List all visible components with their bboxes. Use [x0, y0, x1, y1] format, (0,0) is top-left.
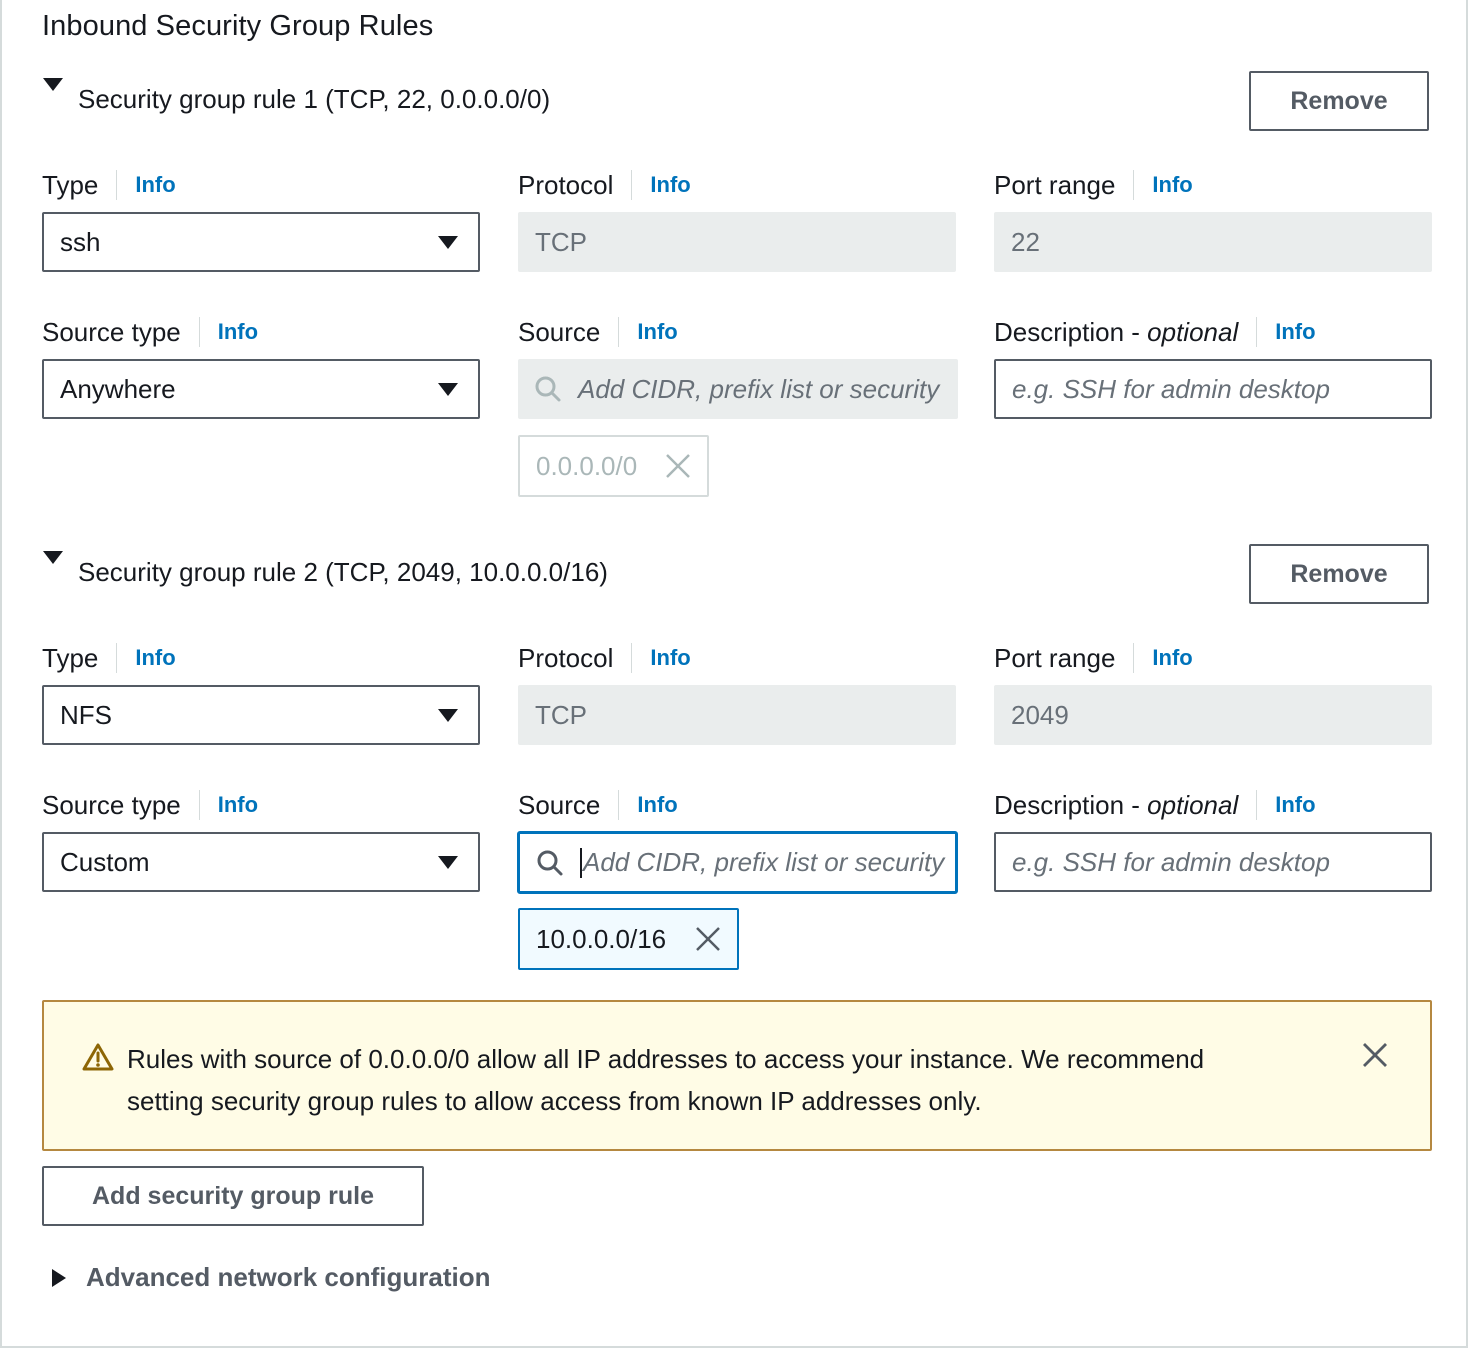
source-label: Source	[518, 789, 601, 820]
rule-2-port-range-field: 2049	[994, 685, 1432, 745]
source-info-link[interactable]: Info	[637, 792, 677, 818]
dropdown-arrow-icon	[438, 708, 458, 722]
section-heading: Inbound Security Group Rules	[42, 10, 434, 42]
dropdown-arrow-icon	[438, 235, 458, 249]
port-range-info-link[interactable]: Info	[1152, 645, 1192, 671]
rule-1-type-label: Type Info	[42, 168, 176, 202]
description-label: Description - optional	[994, 789, 1239, 820]
rule-2-type-select[interactable]: NFS	[42, 685, 480, 745]
collapse-caret-icon[interactable]	[43, 551, 63, 564]
source-token-value: 0.0.0.0/0	[536, 450, 638, 481]
text-cursor	[580, 847, 582, 878]
rule-1-source-type-label: Source type Info	[42, 315, 258, 349]
type-label: Type	[42, 169, 99, 200]
advanced-label: Advanced network configuration	[86, 1262, 491, 1292]
label-separator	[116, 643, 118, 673]
rule-1-source-type-select[interactable]: Anywhere	[42, 359, 480, 419]
collapse-caret-icon[interactable]	[43, 78, 63, 91]
port-range-label: Port range	[994, 169, 1116, 200]
protocol-label: Protocol	[518, 642, 614, 673]
port-range-label: Port range	[994, 642, 1116, 673]
type-select-value: NFS	[60, 699, 112, 730]
label-separator	[116, 170, 118, 200]
source-label: Source	[518, 316, 601, 347]
close-icon	[666, 454, 690, 478]
source-type-select-value: Anywhere	[60, 373, 176, 404]
rule-2-description-input[interactable]: e.g. SSH for admin desktop	[994, 832, 1432, 892]
rule-2-title[interactable]: Security group rule 2 (TCP, 2049, 10.0.0…	[78, 557, 608, 588]
expand-caret-icon	[52, 1268, 66, 1287]
label-separator	[631, 643, 633, 673]
rule-2-remove-button[interactable]: Remove	[1249, 544, 1429, 604]
warning-alert: Rules with source of 0.0.0.0/0 allow all…	[42, 1000, 1432, 1151]
source-type-select-value: Custom	[60, 846, 150, 877]
rule-2-source-type-select[interactable]: Custom	[42, 832, 480, 892]
rule-1-source-label: Source Info	[518, 315, 678, 349]
type-select-value: ssh	[60, 226, 101, 257]
protocol-info-link[interactable]: Info	[650, 172, 690, 198]
rule-2-description-label: Description - optional Info	[994, 788, 1316, 822]
rule-1-source-token: 0.0.0.0/0	[518, 435, 709, 497]
rule-2-protocol-field: TCP	[518, 685, 956, 745]
label-separator	[631, 170, 633, 200]
label-separator	[1256, 317, 1258, 347]
close-icon[interactable]	[1362, 1042, 1388, 1068]
port-range-info-link[interactable]: Info	[1152, 172, 1192, 198]
source-type-info-link[interactable]: Info	[218, 792, 258, 818]
rule-1-remove-button[interactable]: Remove	[1249, 71, 1429, 131]
protocol-info-link[interactable]: Info	[650, 645, 690, 671]
label-separator	[198, 317, 200, 347]
protocol-label: Protocol	[518, 169, 614, 200]
search-icon	[535, 376, 561, 402]
description-placeholder: e.g. SSH for admin desktop	[1012, 846, 1330, 877]
rule-1-description-input[interactable]: e.g. SSH for admin desktop	[994, 359, 1432, 419]
rule-2-type-label: Type Info	[42, 641, 176, 675]
rule-2-source-type-label: Source type Info	[42, 788, 258, 822]
rule-2-source-search-input[interactable]: Add CIDR, prefix list or security	[517, 831, 958, 894]
type-label: Type	[42, 642, 99, 673]
source-type-label: Source type	[42, 316, 181, 347]
label-separator	[618, 317, 620, 347]
description-info-link[interactable]: Info	[1275, 792, 1315, 818]
dropdown-arrow-icon	[438, 855, 458, 869]
rule-2-port-label: Port range Info	[994, 641, 1193, 675]
rule-2-source-label: Source Info	[518, 788, 678, 822]
dropdown-arrow-icon	[438, 382, 458, 396]
source-placeholder: Add CIDR, prefix list or security	[583, 847, 945, 877]
source-token-value: 10.0.0.0/16	[536, 923, 667, 954]
label-separator	[1133, 643, 1135, 673]
source-info-link[interactable]: Info	[637, 319, 677, 345]
description-placeholder: e.g. SSH for admin desktop	[1012, 373, 1330, 404]
rule-1-title[interactable]: Security group rule 1 (TCP, 22, 0.0.0.0/…	[78, 84, 550, 115]
rule-1-description-label: Description - optional Info	[994, 315, 1316, 349]
label-separator	[198, 790, 200, 820]
close-icon[interactable]	[695, 926, 721, 952]
source-type-label: Source type	[42, 789, 181, 820]
search-icon	[537, 850, 563, 875]
add-security-group-rule-button[interactable]: Add security group rule	[42, 1166, 424, 1226]
rule-1-port-range-field: 22	[994, 212, 1432, 272]
source-placeholder: Add CIDR, prefix list or security	[578, 373, 940, 404]
advanced-network-configuration-toggle[interactable]: Advanced network configuration	[52, 1262, 491, 1293]
rule-1-port-label: Port range Info	[994, 168, 1193, 202]
rule-1-protocol-field: TCP	[518, 212, 956, 272]
description-label: Description - optional	[994, 316, 1239, 347]
rule-1-protocol-label: Protocol Info	[518, 168, 691, 202]
rule-2-protocol-label: Protocol Info	[518, 641, 691, 675]
warning-icon	[82, 1043, 114, 1071]
label-separator	[1256, 790, 1258, 820]
rule-1-source-search-input: Add CIDR, prefix list or security	[518, 359, 958, 419]
label-separator	[1133, 170, 1135, 200]
alert-message: Rules with source of 0.0.0.0/0 allow all…	[127, 1044, 1205, 1116]
rule-2-source-token: 10.0.0.0/16	[518, 908, 739, 970]
description-info-link[interactable]: Info	[1275, 319, 1315, 345]
type-info-link[interactable]: Info	[135, 172, 175, 198]
rule-1-type-select[interactable]: ssh	[42, 212, 480, 272]
label-separator	[618, 790, 620, 820]
inbound-rules-panel: Inbound Security Group Rules Security gr…	[0, 0, 1468, 1348]
type-info-link[interactable]: Info	[135, 645, 175, 671]
source-type-info-link[interactable]: Info	[218, 319, 258, 345]
